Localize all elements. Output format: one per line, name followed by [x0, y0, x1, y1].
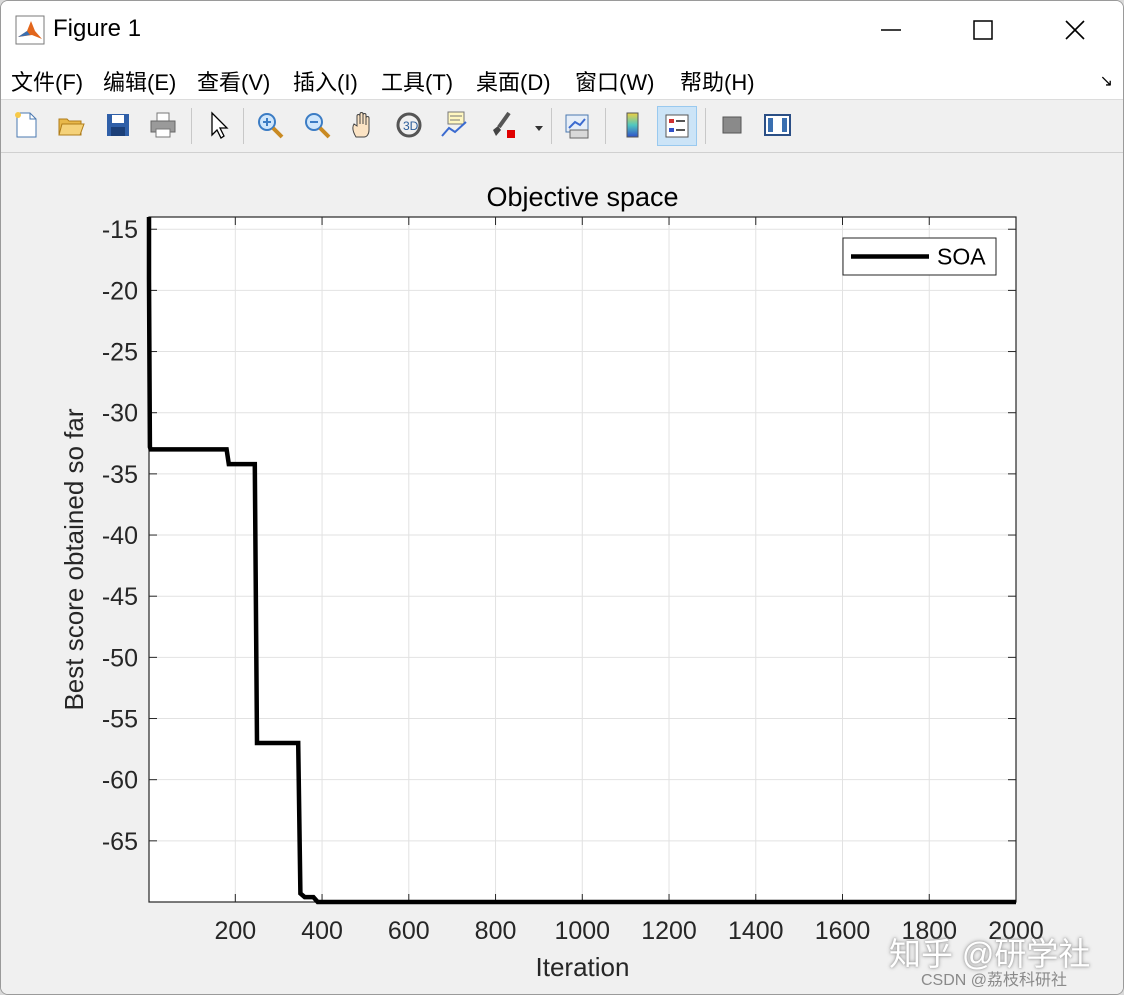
new-figure-button[interactable] [7, 106, 45, 144]
menu-file[interactable]: 文件(F) [11, 65, 83, 97]
colorbar-icon [626, 112, 639, 138]
open-file-button[interactable] [52, 106, 90, 144]
close-button[interactable] [1051, 9, 1097, 51]
toolbar-separator [605, 108, 606, 144]
colorbar-button[interactable] [613, 106, 651, 144]
hide-plot-tools-icon [722, 116, 742, 134]
x-tick-label: 600 [388, 917, 430, 945]
y-tick-label: -60 [102, 767, 138, 795]
rotate-3d-icon: 3D [396, 112, 422, 138]
link-plot-icon [565, 114, 589, 139]
svg-text:3D: 3D [403, 119, 419, 133]
x-tick-label: 200 [214, 917, 256, 945]
legend-button[interactable] [657, 106, 697, 146]
toolbar-separator [243, 108, 244, 144]
y-tick-label: -55 [102, 706, 138, 734]
figure-canvas: 200 400 600 800 1000 1200 1400 1600 1800 2000 -15-… [1, 153, 1123, 994]
menu-insert[interactable]: 插入(I) [293, 65, 358, 97]
print-button[interactable] [144, 106, 182, 144]
link-plot-button[interactable] [559, 106, 597, 144]
brush-dropdown-button[interactable] [529, 106, 549, 144]
x-tick-label: 1600 [815, 917, 871, 945]
y-tick-label: -45 [102, 583, 138, 611]
edit-plot-button[interactable] [199, 106, 237, 144]
x-tick-label: 1400 [728, 917, 784, 945]
y-tick-label: -65 [102, 828, 138, 856]
window-title: Figure 1 [53, 15, 142, 42]
menu-view[interactable]: 查看(V) [197, 65, 270, 97]
rotate-3d-button[interactable]: 3D [390, 106, 428, 144]
zoom-out-button[interactable] [298, 106, 336, 144]
y-tick-label: -40 [102, 522, 138, 550]
menu-tools[interactable]: 工具(T) [381, 65, 453, 97]
data-cursor-icon [441, 111, 467, 137]
brush-icon [493, 111, 515, 138]
y-tick-label: -15 [102, 216, 138, 244]
menu-window[interactable]: 窗口(W) [575, 65, 654, 97]
save-button[interactable] [99, 106, 137, 144]
show-plot-tools-button[interactable] [758, 106, 796, 144]
title-bar: Figure 1 [1, 1, 1123, 59]
close-icon [1065, 20, 1085, 40]
data-cursor-button[interactable] [435, 106, 473, 144]
x-tick-label: 1200 [641, 917, 697, 945]
y-tick-label: -50 [102, 644, 138, 672]
y-tick-label: -30 [102, 400, 138, 428]
menu-help[interactable]: 帮助(H) [680, 65, 755, 97]
hand-icon [352, 112, 370, 138]
y-axis-label: Best score obtained so far [59, 408, 89, 710]
dock-arrow-icon[interactable]: ↘ [1100, 71, 1113, 91]
brush-button[interactable] [483, 106, 521, 144]
figure-window: Figure 1 文件(F) 编辑(E) 查看(V) 插入(I) 工具(T) 桌… [0, 0, 1124, 995]
minimize-icon [881, 29, 901, 31]
legend-label-soa: SOA [937, 244, 986, 270]
new-figure-icon [15, 112, 37, 138]
x-tick-label: 400 [301, 917, 343, 945]
chevron-down-icon [535, 126, 543, 131]
matlab-logo-icon [15, 15, 45, 45]
show-plot-tools-icon [764, 114, 791, 136]
toolbar-separator [551, 108, 552, 144]
y-tick-label: -35 [102, 461, 138, 489]
pan-button[interactable] [344, 106, 382, 144]
save-icon [107, 114, 129, 136]
hide-plot-tools-button[interactable] [713, 106, 751, 144]
maximize-button[interactable] [959, 9, 1005, 51]
menu-bar: 文件(F) 编辑(E) 查看(V) 插入(I) 工具(T) 桌面(D) 窗口(W… [1, 59, 1123, 100]
legend-icon [665, 114, 689, 138]
zoom-in-button[interactable] [251, 106, 289, 144]
maximize-icon [973, 20, 993, 40]
x-tick-label: 1000 [554, 917, 610, 945]
toolbar: 3D [1, 100, 1123, 153]
y-tick-label: -25 [102, 339, 138, 367]
zoom-out-icon [305, 113, 331, 139]
y-tick-label: -20 [102, 277, 138, 305]
printer-icon [150, 112, 176, 138]
x-tick-label: 800 [475, 917, 517, 945]
arrow-pointer-icon [211, 111, 229, 139]
toolbar-separator [705, 108, 706, 144]
zoom-in-icon [258, 113, 284, 139]
folder-open-icon [58, 118, 85, 136]
chart-title: Objective space [486, 182, 678, 212]
line-chart: 200 400 600 800 1000 1200 1400 1600 1800 2000-15-… [59, 182, 1044, 982]
watermark-csdn: CSDN @荔枝科研社 [921, 972, 1068, 989]
menu-edit[interactable]: 编辑(E) [103, 65, 176, 97]
toolbar-separator [191, 108, 192, 144]
x-axis-label: Iteration [536, 952, 630, 982]
minimize-button[interactable] [867, 9, 913, 51]
menu-desktop[interactable]: 桌面(D) [476, 65, 551, 97]
